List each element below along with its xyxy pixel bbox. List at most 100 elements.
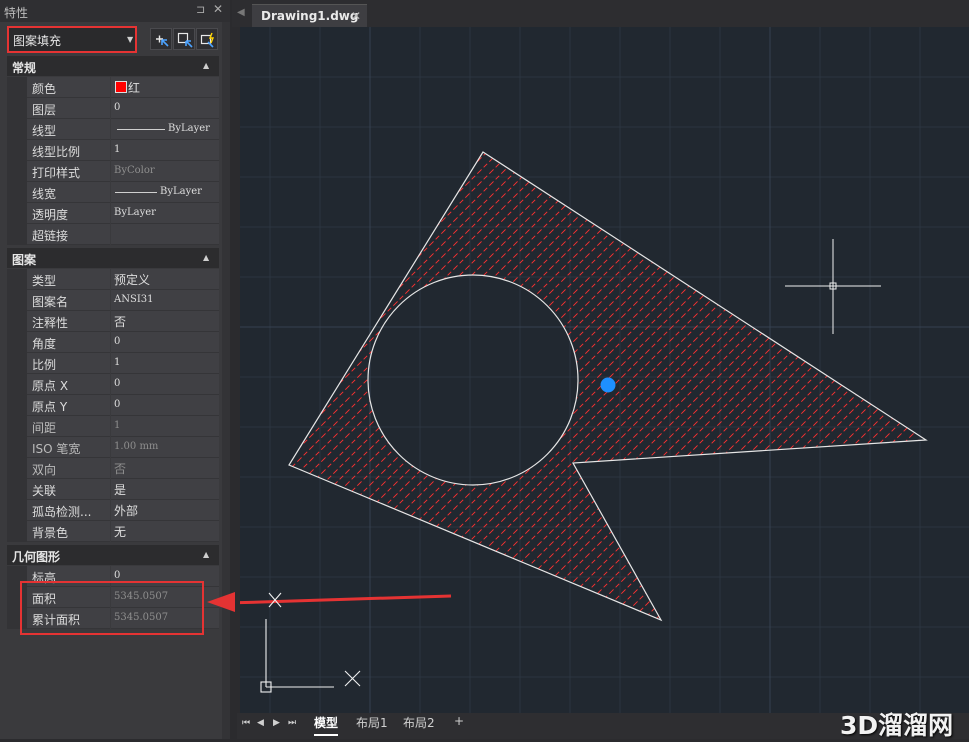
toggle-pickadd-button[interactable] — [150, 28, 172, 50]
close-icon[interactable]: ✕ — [351, 9, 361, 23]
prop-value: 无 — [114, 525, 127, 539]
crosshair-cursor-icon — [785, 239, 881, 334]
prop-value: 1 — [114, 420, 121, 431]
document-tab-bar: ◀ Drawing1.dwg ✕ — [232, 0, 969, 28]
palette-title-bar[interactable]: 特性 ⊐ ✕ — [0, 0, 230, 22]
lineweight-sample — [115, 192, 157, 193]
section-pattern[interactable]: 图案 ▲ — [7, 248, 219, 268]
palette-title: 特性 — [4, 6, 29, 20]
palette-scrollbar[interactable] — [222, 22, 230, 739]
prop-row-pattern-name[interactable]: 图案名 ANSI31 — [7, 290, 219, 311]
prop-row-plot-style[interactable]: 打印样式 ByColor — [7, 161, 219, 182]
prop-value: 1 — [114, 357, 121, 368]
prop-row-type[interactable]: 类型 预定义 — [7, 269, 219, 290]
prop-value: 0 — [114, 399, 121, 410]
tab-layout1[interactable]: 布局1 — [356, 714, 388, 734]
prop-value: 0 — [114, 378, 121, 389]
collapse-icon[interactable]: ▲ — [203, 550, 209, 559]
prop-row-island-detection[interactable]: 孤岛检测... 外部 — [7, 500, 219, 521]
hatch-island-circle[interactable] — [367, 274, 579, 486]
linetype-sample — [117, 129, 165, 130]
prop-key: 透明度 — [32, 208, 69, 222]
collapse-icon[interactable]: ▲ — [203, 61, 209, 70]
tab-add-layout[interactable]: + — [454, 714, 464, 734]
prop-key: 线宽 — [32, 187, 57, 201]
prop-value: ByLayer — [160, 186, 202, 197]
prop-key: 图案名 — [32, 295, 69, 309]
prop-row-layer[interactable]: 图层 0 — [7, 98, 219, 119]
next-layout-icon[interactable]: ▶ — [273, 718, 280, 728]
drawing-canvas[interactable] — [240, 27, 969, 713]
close-icon[interactable]: ✕ — [213, 2, 223, 16]
tab-label: Drawing1.dwg — [261, 9, 359, 23]
prop-key: 线型 — [32, 124, 57, 138]
section-geometry-label: 几何图形 — [12, 550, 61, 564]
prop-row-linetype-scale[interactable]: 线型比例 1 — [7, 140, 219, 161]
prop-value: 0 — [114, 102, 121, 113]
prop-row-iso-pen-width[interactable]: ISO 笔宽 1.00 mm — [7, 437, 219, 458]
prop-key: 打印样式 — [32, 166, 81, 180]
chevron-down-icon: ▼ — [127, 35, 134, 44]
prop-key: 线型比例 — [32, 145, 81, 159]
pin-icon[interactable]: ⊐ — [196, 3, 205, 16]
prop-key: 注释性 — [32, 316, 69, 330]
prop-value: 红 — [128, 81, 141, 95]
section-general-label: 常规 — [12, 61, 37, 75]
prop-row-linetype[interactable]: 线型 ByLayer — [7, 119, 219, 140]
select-objects-button[interactable] — [173, 28, 195, 50]
prop-row-angle[interactable]: 角度 0 — [7, 332, 219, 353]
prop-value: 0 — [114, 570, 121, 581]
object-type-dropdown[interactable]: 图案填充 ▼ — [7, 26, 137, 53]
prop-value: 否 — [114, 315, 127, 329]
prop-key: 类型 — [32, 274, 57, 288]
annotation-arrowhead — [207, 592, 235, 612]
tab-model[interactable]: 模型 — [314, 714, 339, 736]
prop-row-hyperlink[interactable]: 超链接 — [7, 224, 219, 245]
prop-row-associative[interactable]: 关联 是 — [7, 479, 219, 500]
prop-value: 0 — [114, 336, 121, 347]
prop-value: 预定义 — [114, 273, 151, 287]
section-geometry[interactable]: 几何图形 ▲ — [7, 545, 219, 565]
area-highlight-box — [20, 581, 204, 635]
select-objects-icon — [177, 32, 193, 48]
first-layout-icon[interactable]: ⏮ — [242, 718, 250, 728]
collapse-icon[interactable]: ▲ — [203, 253, 209, 262]
prop-key: 图层 — [32, 103, 57, 117]
section-general[interactable]: 常规 ▲ — [7, 56, 219, 76]
prop-row-background-color[interactable]: 背景色 无 — [7, 521, 219, 542]
prop-value: 1 — [114, 144, 121, 155]
prop-row-transparency[interactable]: 透明度 ByLayer — [7, 203, 219, 224]
prop-row-color[interactable]: 颜色 红 — [7, 77, 219, 98]
prop-key: 比例 — [32, 358, 57, 372]
tab-layout2[interactable]: 布局2 — [403, 714, 435, 734]
prop-key: 原点 Y — [32, 400, 68, 414]
prop-value: 外部 — [114, 504, 139, 518]
prop-row-scale[interactable]: 比例 1 — [7, 353, 219, 374]
prop-row-annotative[interactable]: 注释性 否 — [7, 311, 219, 332]
prop-row-double[interactable]: 双向 否 — [7, 458, 219, 479]
quick-select-button[interactable] — [196, 28, 218, 50]
last-layout-icon[interactable]: ⏭ — [288, 718, 296, 728]
tab-drawing1[interactable]: Drawing1.dwg ✕ — [252, 4, 367, 28]
section-pattern-label: 图案 — [12, 253, 37, 267]
prop-row-origin-y[interactable]: 原点 Y 0 — [7, 395, 219, 416]
grip-point[interactable] — [600, 377, 616, 393]
tab-scroll-left-icon[interactable]: ◀ — [237, 7, 245, 18]
prop-key: 颜色 — [32, 82, 57, 96]
prop-key: 背景色 — [32, 526, 69, 540]
prop-value: 是 — [114, 483, 127, 497]
prop-key: 角度 — [32, 337, 57, 351]
prop-key: 间距 — [32, 421, 57, 435]
prop-value: ByColor — [114, 165, 155, 176]
prop-row-spacing[interactable]: 间距 1 — [7, 416, 219, 437]
prev-layout-icon[interactable]: ◀ — [257, 718, 264, 728]
annotation-arrow — [240, 594, 452, 605]
object-type-value: 图案填充 — [13, 34, 62, 48]
prop-key: 原点 X — [32, 379, 69, 393]
prop-row-origin-x[interactable]: 原点 X 0 — [7, 374, 219, 395]
properties-palette: 特性 ⊐ ✕ 图案填充 ▼ 常规 ▲ 颜色 红 图层 0 线型 ByLayer … — [0, 0, 230, 739]
prop-value: ByLayer — [168, 123, 210, 134]
color-swatch — [115, 81, 127, 93]
prop-value: ANSI31 — [114, 294, 154, 305]
prop-row-lineweight[interactable]: 线宽 ByLayer — [7, 182, 219, 203]
